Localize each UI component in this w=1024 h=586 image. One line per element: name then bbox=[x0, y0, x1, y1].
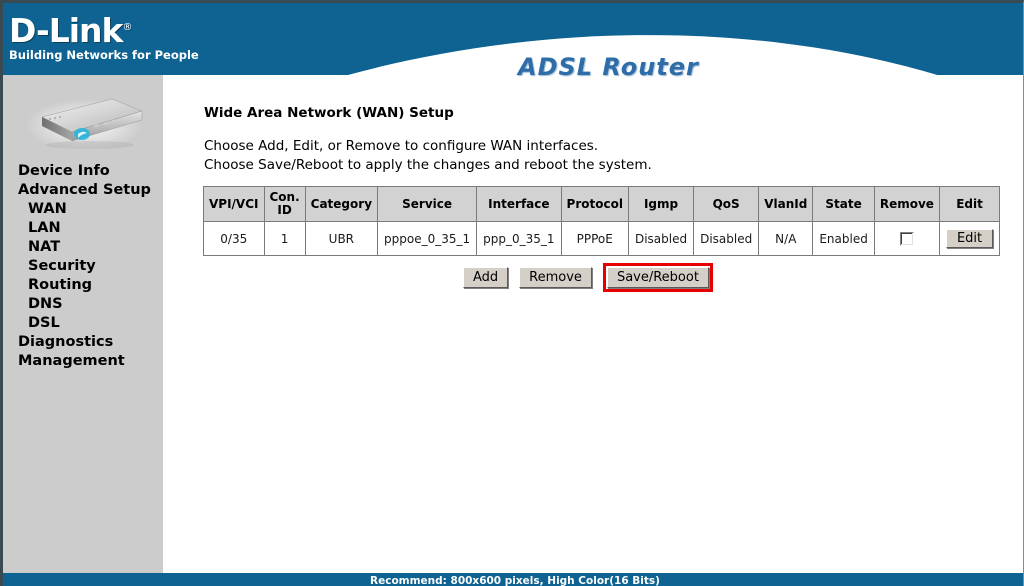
table-body: 0/35 1 UBR pppoe_0_35_1 ppp_0_35_1 PPPoE… bbox=[203, 221, 1001, 256]
column-header-edit: Edit bbox=[938, 186, 1001, 222]
sidebar-item-advanced-setup[interactable]: Advanced Setup bbox=[3, 181, 163, 200]
sidebar-item-dns[interactable]: DNS bbox=[3, 295, 163, 314]
con-id-line2: ID bbox=[277, 203, 292, 217]
cell-service: pppoe_0_35_1 bbox=[377, 221, 478, 256]
cell-igmp: Disabled bbox=[627, 221, 695, 256]
cell-interface: ppp_0_35_1 bbox=[476, 221, 562, 256]
remove-checkbox[interactable] bbox=[899, 231, 914, 246]
logo-tagline: Building Networks for People bbox=[9, 48, 199, 62]
cell-vpi-vci: 0/35 bbox=[203, 221, 265, 256]
column-header-state: State bbox=[812, 186, 875, 222]
router-admin-window: D-Link® Building Networks for People ADS… bbox=[0, 0, 1024, 586]
table-header-row: VPI/VCI Con. ID Category Service Interfac… bbox=[203, 186, 1001, 222]
main-content: Wide Area Network (WAN) Setup Choose Add… bbox=[163, 75, 1023, 573]
wan-interfaces-table: VPI/VCI Con. ID Category Service Interfac… bbox=[203, 186, 1001, 256]
logo-wordmark: D-Link® bbox=[9, 11, 169, 47]
footer-bar: Recommend: 800x600 pixels, High Color(16… bbox=[3, 573, 1023, 586]
sidebar-item-nat[interactable]: NAT bbox=[3, 238, 163, 257]
column-header-igmp: Igmp bbox=[627, 186, 695, 222]
sidebar-item-device-info[interactable]: Device Info bbox=[3, 162, 163, 181]
footer-text: Recommend: 800x600 pixels, High Color(16… bbox=[370, 575, 660, 586]
cell-category: UBR bbox=[304, 221, 379, 256]
sidebar-item-management[interactable]: Management bbox=[3, 352, 163, 371]
dlink-logo: D-Link® Building Networks for People bbox=[9, 11, 199, 62]
cell-vlanid: N/A bbox=[758, 221, 814, 256]
save-reboot-button[interactable]: Save/Reboot bbox=[606, 267, 709, 288]
app-title: ADSL Router bbox=[518, 53, 699, 81]
sidebar-item-wan[interactable]: WAN bbox=[3, 200, 163, 219]
column-header-con-id: Con. ID bbox=[263, 186, 306, 222]
sidebar-item-routing[interactable]: Routing bbox=[3, 276, 163, 295]
cell-qos: Disabled bbox=[693, 221, 760, 256]
edit-button[interactable]: Edit bbox=[945, 229, 994, 248]
page-title: Wide Area Network (WAN) Setup bbox=[204, 105, 454, 121]
instruction-line-2: Choose Save/Reboot to apply the changes … bbox=[204, 157, 652, 173]
registered-trademark-icon: ® bbox=[122, 22, 132, 33]
instruction-line-1: Choose Add, Edit, or Remove to configure… bbox=[204, 138, 599, 154]
add-button[interactable]: Add bbox=[463, 267, 509, 288]
column-header-vpi-vci: VPI/VCI bbox=[203, 186, 265, 222]
sidebar-item-security[interactable]: Security bbox=[3, 257, 163, 276]
column-header-protocol: Protocol bbox=[560, 186, 629, 222]
cell-remove bbox=[873, 221, 940, 256]
remove-button[interactable]: Remove bbox=[519, 267, 592, 288]
table-head: VPI/VCI Con. ID Category Service Interfac… bbox=[203, 186, 1001, 222]
logo-text: D-Link bbox=[9, 11, 123, 50]
column-header-interface: Interface bbox=[476, 186, 562, 222]
column-header-category: Category bbox=[304, 186, 379, 222]
sidebar: Device Info Advanced Setup WAN LAN NAT S… bbox=[3, 75, 163, 573]
cell-edit: Edit bbox=[938, 221, 1001, 256]
sidebar-item-lan[interactable]: LAN bbox=[3, 219, 163, 238]
column-header-vlanid: VlanId bbox=[758, 186, 814, 222]
sidebar-nav: Device Info Advanced Setup WAN LAN NAT S… bbox=[3, 162, 163, 371]
column-header-remove: Remove bbox=[873, 186, 940, 222]
sidebar-item-diagnostics[interactable]: Diagnostics bbox=[3, 333, 163, 352]
action-buttons: Add Remove Save/Reboot bbox=[463, 263, 713, 292]
save-reboot-highlight: Save/Reboot bbox=[602, 263, 713, 292]
instructions: Choose Add, Edit, or Remove to configure… bbox=[204, 137, 652, 175]
con-id-line1: Con. bbox=[269, 190, 300, 204]
cell-con-id: 1 bbox=[263, 221, 306, 256]
cell-protocol: PPPoE bbox=[560, 221, 629, 256]
column-header-qos: QoS bbox=[693, 186, 760, 222]
sidebar-item-dsl[interactable]: DSL bbox=[3, 314, 163, 333]
cell-state: Enabled bbox=[812, 221, 875, 256]
column-header-service: Service bbox=[377, 186, 478, 222]
router-device-image bbox=[26, 98, 143, 151]
table-row: 0/35 1 UBR pppoe_0_35_1 ppp_0_35_1 PPPoE… bbox=[203, 221, 1001, 256]
